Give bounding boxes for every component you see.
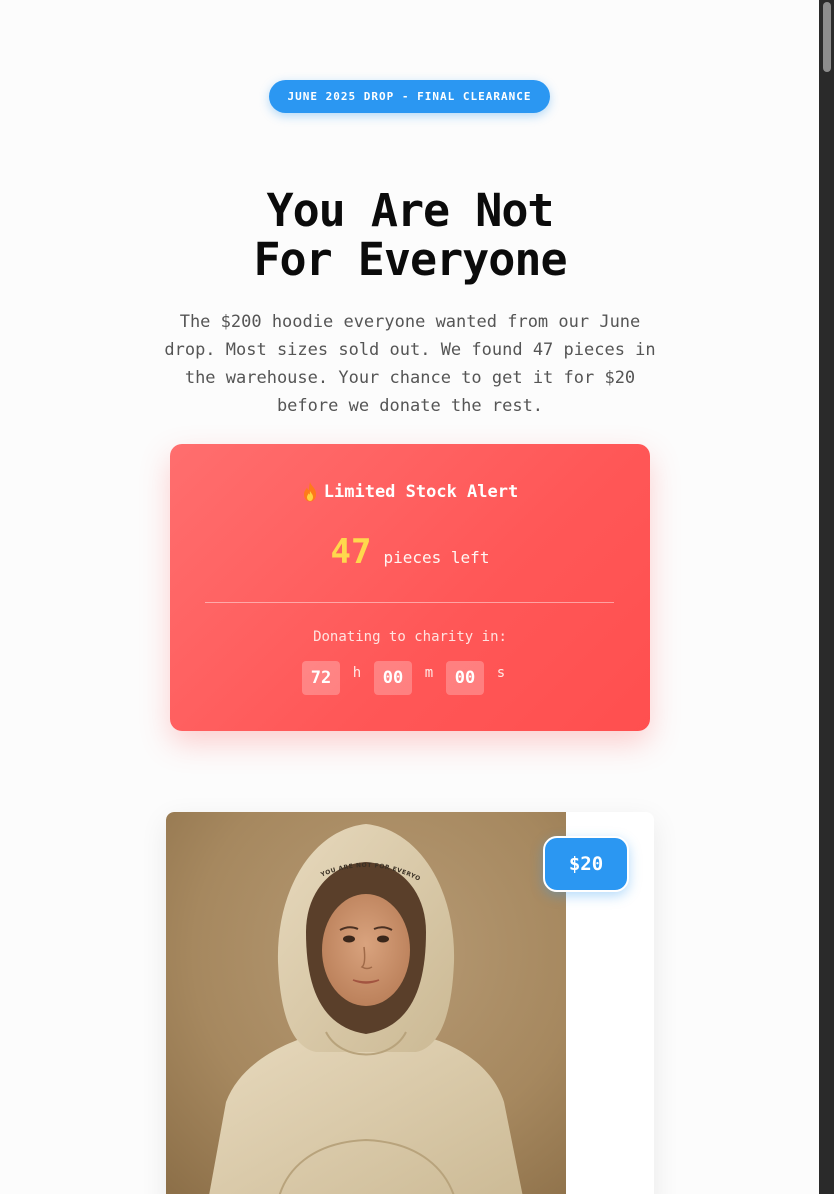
countdown-minutes-unit: m [424, 665, 434, 681]
drop-badge-label: JUNE 2025 DROP - FINAL CLEARANCE [287, 90, 532, 103]
scrollbar-thumb[interactable] [823, 2, 831, 72]
stock-alert-card: Limited Stock Alert 47 pieces left Donat… [170, 444, 650, 731]
stock-counter: 47 pieces left [170, 532, 650, 572]
countdown-minutes: 00 [374, 661, 412, 695]
stock-alert-header: Limited Stock Alert [170, 482, 650, 502]
stock-count-label: pieces left [383, 548, 490, 567]
hero-description: The $200 hoodie everyone wanted from our… [164, 312, 656, 416]
price-label: $20 [568, 853, 604, 875]
page-title-line1: You Are Not [266, 184, 554, 237]
countdown-seconds-unit: s [496, 665, 506, 681]
stock-count: 47 [330, 532, 372, 572]
product-photo[interactable]: YOU ARE NOT FOR EVERYONE [166, 812, 566, 1194]
fire-icon [302, 482, 318, 502]
charity-countdown-label: Donating to charity in: [313, 629, 507, 645]
countdown-hours: 72 [302, 661, 340, 695]
price-badge: $20 [543, 836, 629, 892]
countdown-seconds: 00 [446, 661, 484, 695]
drop-badge: JUNE 2025 DROP - FINAL CLEARANCE [269, 80, 550, 113]
alert-divider [205, 602, 614, 603]
page-title-line2: For Everyone [253, 233, 567, 286]
page: JUNE 2025 DROP - FINAL CLEARANCE You Are… [0, 0, 819, 1194]
page-title: You Are Not For Everyone [160, 186, 660, 284]
scrollbar[interactable] [819, 0, 834, 1194]
stock-alert-title: Limited Stock Alert [323, 482, 519, 502]
countdown-timer: 72 h 00 m 00 s [170, 661, 650, 695]
countdown-hours-unit: h [352, 665, 362, 681]
